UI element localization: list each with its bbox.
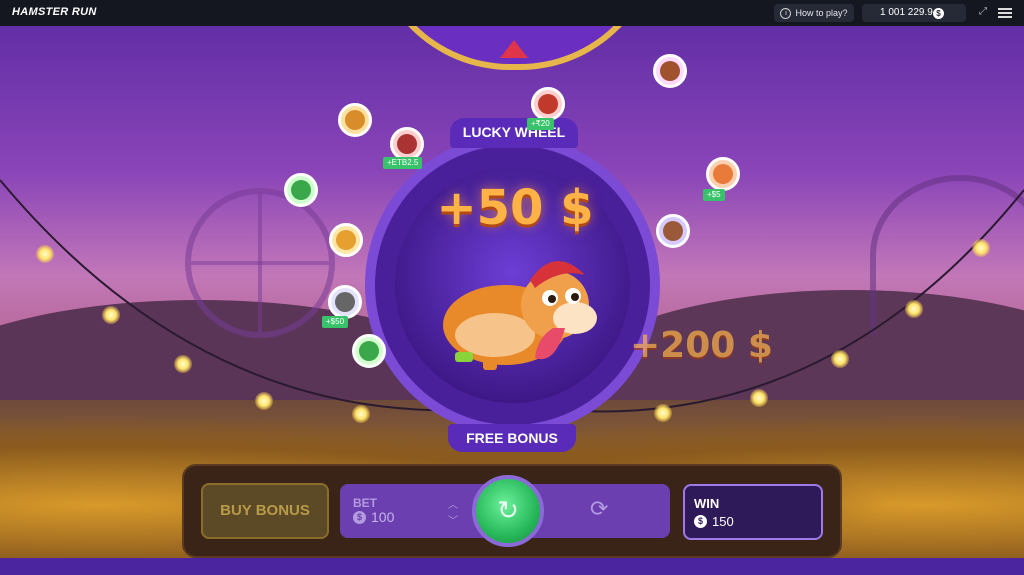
top-bar: HAMSTER RUN i How to play? 1 001 229.9 $ … bbox=[0, 0, 1024, 26]
player-avatar bbox=[352, 334, 386, 368]
string-light bbox=[174, 355, 192, 373]
how-to-play-label: How to play? bbox=[795, 8, 848, 18]
player-win-chip: +ETB2.5 bbox=[383, 157, 423, 169]
win-display bbox=[683, 484, 823, 540]
bet-increase-icon[interactable]: ︿ bbox=[448, 496, 458, 511]
wheel-pointer-icon bbox=[500, 40, 528, 58]
win-label: WIN bbox=[694, 496, 720, 511]
current-prize: +50 $ bbox=[436, 180, 594, 236]
player-avatar bbox=[531, 87, 565, 121]
player-avatar bbox=[656, 214, 690, 248]
string-light bbox=[352, 405, 370, 423]
player-win-chip: +$50 bbox=[322, 316, 349, 328]
player-win-chip: +₹20 bbox=[527, 118, 554, 130]
string-light bbox=[255, 392, 273, 410]
bet-value: 100 bbox=[371, 509, 395, 525]
win-value: 150 bbox=[712, 514, 734, 529]
string-light bbox=[750, 389, 768, 407]
bet-label: BET bbox=[353, 496, 377, 510]
player-avatar bbox=[284, 173, 318, 207]
game-scene: LUCKY WHEEL FREE BONUS +50 $ +200 $ +₹20… bbox=[0, 0, 1024, 575]
string-light bbox=[36, 245, 54, 263]
player-avatar bbox=[328, 285, 362, 319]
bet-currency-icon: $ bbox=[353, 511, 366, 524]
string-light bbox=[102, 306, 120, 324]
string-light bbox=[831, 350, 849, 368]
currency-icon: $ bbox=[933, 8, 944, 19]
bet-decrease-icon[interactable]: ﹀ bbox=[448, 512, 458, 527]
fullscreen-icon[interactable]: ⤢ bbox=[977, 6, 989, 18]
game-logo: HAMSTER RUN bbox=[12, 6, 97, 18]
string-light bbox=[905, 300, 923, 318]
balance-amount: 1 001 229.9 bbox=[880, 7, 933, 18]
string-light bbox=[972, 239, 990, 257]
info-icon: i bbox=[780, 8, 792, 20]
hamster-character bbox=[443, 261, 597, 370]
next-prize: +200 $ bbox=[630, 325, 773, 366]
player-avatar bbox=[706, 157, 740, 191]
spin-button[interactable]: ↻ bbox=[472, 475, 544, 547]
how-to-play-button[interactable]: i How to play? bbox=[774, 4, 854, 22]
menu-icon[interactable] bbox=[998, 6, 1012, 20]
buy-bonus-button[interactable]: BUY BONUS bbox=[201, 483, 329, 539]
balance-display: 1 001 229.9 $ bbox=[862, 4, 966, 22]
autoplay-icon[interactable]: ⟳ bbox=[590, 497, 608, 521]
win-currency-icon: $ bbox=[694, 515, 707, 528]
string-light bbox=[654, 404, 672, 422]
lucky-wheel-label: LUCKY WHEEL bbox=[450, 118, 578, 148]
free-bonus-label: FREE BONUS bbox=[448, 424, 576, 452]
player-avatar bbox=[653, 54, 687, 88]
bottom-strip bbox=[0, 558, 1024, 575]
player-avatar bbox=[390, 127, 424, 161]
player-win-chip: +$5 bbox=[703, 189, 725, 201]
player-avatar bbox=[329, 223, 363, 257]
player-avatar bbox=[338, 103, 372, 137]
